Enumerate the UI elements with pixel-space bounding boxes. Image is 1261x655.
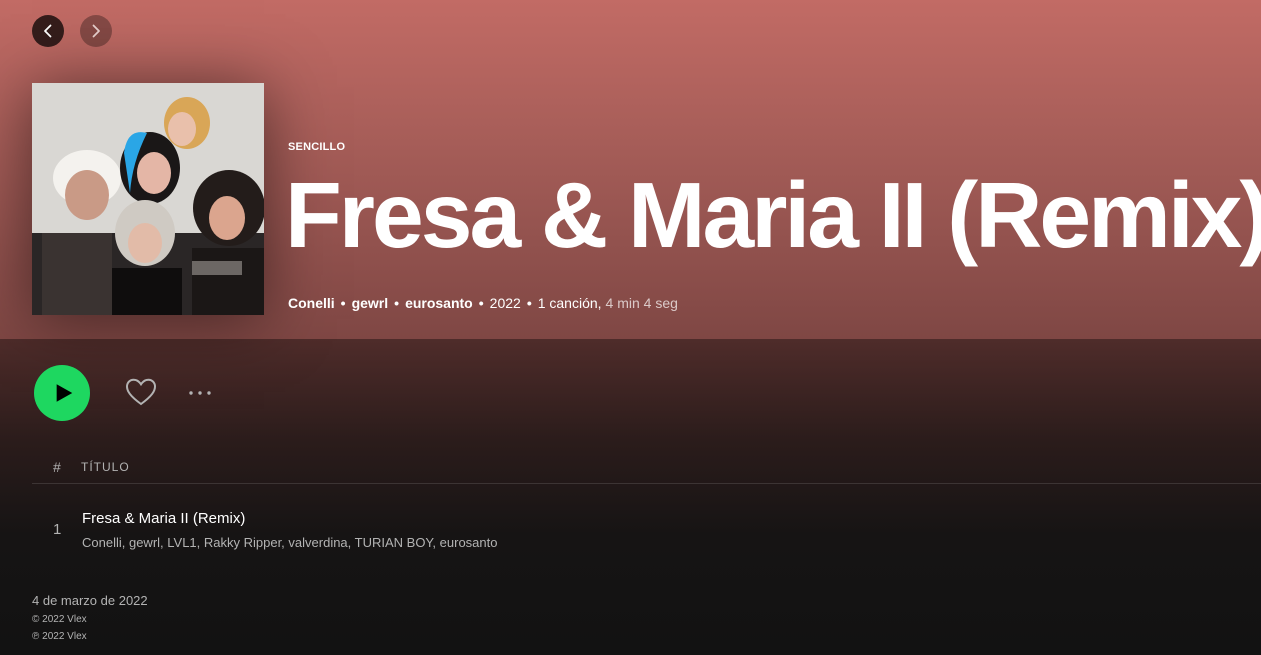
track-artists[interactable]: Conelli, gewrl, LVL1, Rakky Ripper, valv… bbox=[82, 535, 497, 550]
song-count: 1 canción, bbox=[537, 295, 602, 311]
track-row[interactable]: 1 Fresa & Maria II (Remix) Conelli, gewr… bbox=[32, 498, 1261, 558]
album-metadata: Conelli • gewrl • eurosanto • 2022 • 1 c… bbox=[288, 295, 678, 311]
back-button[interactable] bbox=[32, 15, 64, 47]
separator-dot: • bbox=[340, 295, 346, 311]
release-type-label: SENCILLO bbox=[288, 141, 346, 153]
album-cover-art bbox=[32, 83, 264, 315]
separator-dot: • bbox=[478, 295, 484, 311]
album-title: Fresa & Maria II (Remix) bbox=[285, 163, 1261, 267]
column-header-number: # bbox=[53, 459, 61, 475]
heart-icon[interactable] bbox=[124, 376, 158, 410]
artist-link-eurosanto[interactable]: eurosanto bbox=[405, 295, 473, 311]
artist-link-conelli[interactable]: Conelli bbox=[288, 295, 335, 311]
chevron-left-icon bbox=[44, 24, 52, 38]
artist-link-gewrl[interactable]: gewrl bbox=[352, 295, 389, 311]
release-date: 4 de marzo de 2022 bbox=[32, 593, 148, 608]
total-duration: 4 min 4 seg bbox=[605, 295, 678, 311]
release-year: 2022 bbox=[489, 295, 521, 311]
album-page: SENCILLO Fresa & Maria II (Remix) Conell… bbox=[0, 0, 1261, 655]
play-button[interactable] bbox=[34, 365, 90, 421]
track-title[interactable]: Fresa & Maria II (Remix) bbox=[82, 510, 245, 527]
album-cover bbox=[32, 83, 264, 315]
separator-dot: • bbox=[526, 295, 532, 311]
phonogram-text: ℗ 2022 Vlex bbox=[32, 631, 87, 642]
column-header-title[interactable]: TÍTULO bbox=[81, 460, 130, 474]
separator-dot: • bbox=[394, 295, 400, 311]
track-number: 1 bbox=[53, 521, 62, 538]
play-icon bbox=[56, 384, 72, 402]
tracklist-header: # TÍTULO bbox=[32, 455, 1261, 484]
more-options-icon bbox=[189, 391, 211, 395]
forward-button[interactable] bbox=[80, 15, 112, 47]
more-options-button[interactable] bbox=[184, 380, 216, 406]
chevron-right-icon bbox=[92, 24, 100, 38]
copyright-text: © 2022 Vlex bbox=[32, 614, 87, 625]
